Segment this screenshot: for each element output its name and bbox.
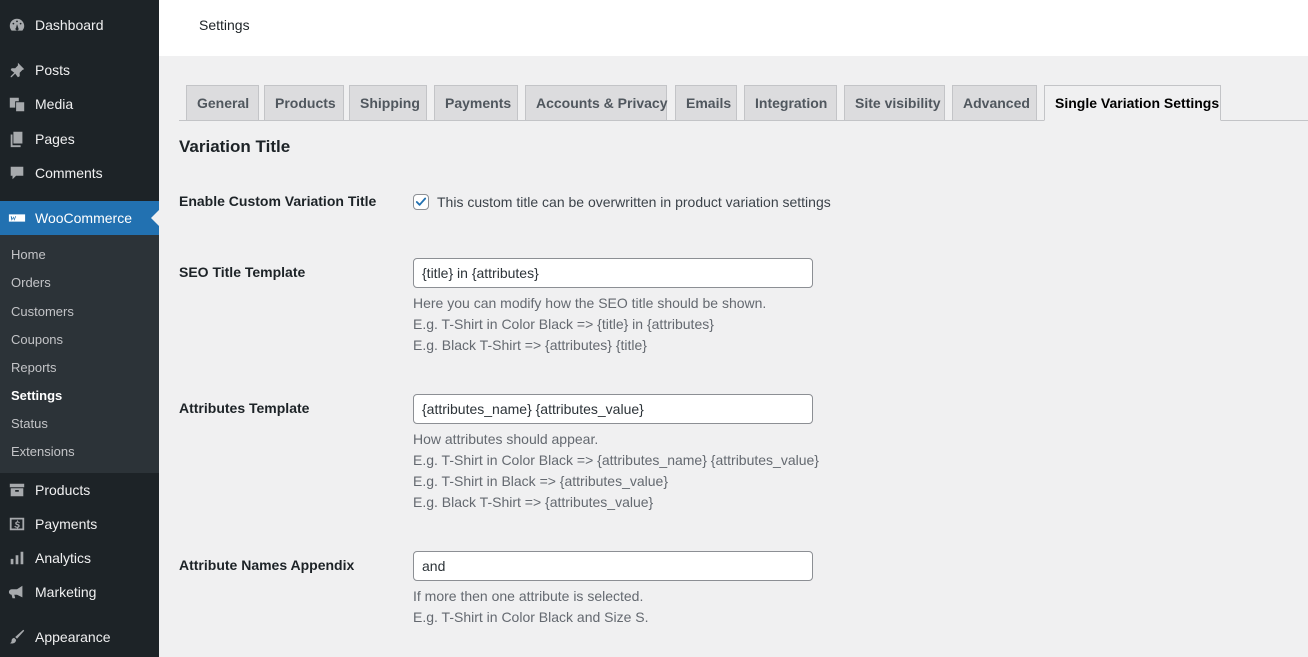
- submenu-extensions[interactable]: Extensions: [11, 442, 75, 462]
- tab-accounts-privacy[interactable]: Accounts & Privacy: [525, 85, 668, 120]
- tab-advanced[interactable]: Advanced: [952, 85, 1037, 120]
- tab-payments[interactable]: Payments: [434, 85, 518, 120]
- woocommerce-submenu: Home Orders Customers Coupons Reports Se…: [0, 235, 159, 473]
- menu-appearance-label: Appearance: [35, 629, 111, 645]
- description-line: E.g. T-Shirt in Color Black => {attribut…: [413, 452, 819, 468]
- submenu-settings[interactable]: Settings: [11, 386, 62, 406]
- enable-custom-title-description[interactable]: This custom title can be overwritten in …: [437, 194, 831, 210]
- media-icon: [7, 94, 27, 114]
- submenu-orders[interactable]: Orders: [11, 273, 51, 293]
- menu-payments-label: Payments: [35, 516, 98, 532]
- submenu-coupons[interactable]: Coupons: [11, 330, 63, 350]
- brush-icon: [7, 627, 27, 647]
- menu-appearance[interactable]: Appearance: [0, 620, 159, 654]
- menu-media[interactable]: Media: [0, 87, 159, 121]
- active-arrow: [151, 210, 159, 226]
- seo-title-template-description: Here you can modify how the SEO title sh…: [413, 293, 766, 356]
- menu-analytics[interactable]: Analytics: [0, 541, 159, 575]
- enable-custom-title-checkbox[interactable]: [413, 194, 429, 210]
- megaphone-icon: [7, 582, 27, 602]
- menu-marketing-label: Marketing: [35, 584, 97, 600]
- menu-products-label: Products: [35, 482, 91, 498]
- seo-title-template-label: SEO Title Template: [179, 264, 306, 280]
- attributes-template-label: Attributes Template: [179, 400, 310, 416]
- submenu-status[interactable]: Status: [11, 414, 48, 434]
- admin-sidebar: Dashboard Posts Media Pages Comments Woo…: [0, 0, 159, 657]
- page-title: Settings: [199, 17, 250, 33]
- archive-icon: [7, 480, 27, 500]
- description-line: E.g. T-Shirt in Color Black and Size S.: [413, 609, 649, 625]
- enable-custom-title-label: Enable Custom Variation Title: [179, 193, 377, 209]
- menu-media-label: Media: [35, 96, 74, 112]
- pin-icon: [7, 60, 27, 80]
- settings-tabs: General Products Shipping Payments Accou…: [179, 85, 1308, 121]
- description-line: E.g. T-Shirt in Color Black => {title} i…: [413, 316, 714, 332]
- seo-title-template-input[interactable]: [413, 258, 813, 288]
- menu-comments-label: Comments: [35, 165, 103, 181]
- tab-site-visibility[interactable]: Site visibility: [844, 85, 945, 120]
- tab-integration[interactable]: Integration: [744, 85, 837, 120]
- description-line: If more then one attribute is selected.: [413, 588, 644, 604]
- menu-pages[interactable]: Pages: [0, 122, 159, 156]
- menu-posts[interactable]: Posts: [0, 53, 159, 87]
- page-header: Settings: [159, 0, 1308, 56]
- menu-woocommerce[interactable]: WooCommerce: [0, 201, 159, 235]
- description-line: Here you can modify how the SEO title sh…: [413, 295, 767, 311]
- menu-marketing[interactable]: Marketing: [0, 575, 159, 609]
- menu-comments[interactable]: Comments: [0, 156, 159, 190]
- submenu-customers[interactable]: Customers: [11, 302, 74, 322]
- comments-icon: [7, 163, 27, 183]
- description-line: How attributes should appear.: [413, 431, 599, 447]
- menu-pages-label: Pages: [35, 131, 75, 147]
- description-line: E.g. Black T-Shirt => {attributes} {titl…: [413, 337, 647, 353]
- description-line: E.g. Black T-Shirt => {attributes_value}: [413, 494, 654, 510]
- tab-general[interactable]: General: [186, 85, 259, 120]
- checkmark-icon: [415, 197, 427, 206]
- analytics-icon: [7, 548, 27, 568]
- pages-icon: [7, 129, 27, 149]
- attribute-names-appendix-input[interactable]: [413, 551, 813, 581]
- menu-woocommerce-label: WooCommerce: [35, 210, 132, 226]
- description-line: E.g. T-Shirt in Black => {attributes_val…: [413, 473, 669, 489]
- section-title: Variation Title: [179, 137, 291, 156]
- submenu-home[interactable]: Home: [11, 245, 46, 265]
- tab-products[interactable]: Products: [264, 85, 344, 120]
- menu-products[interactable]: Products: [0, 473, 159, 507]
- menu-dashboard-label: Dashboard: [35, 17, 104, 33]
- submenu-reports[interactable]: Reports: [11, 358, 57, 378]
- attributes-template-description: How attributes should appear. E.g. T-Shi…: [413, 429, 819, 513]
- menu-posts-label: Posts: [35, 62, 71, 78]
- tab-shipping[interactable]: Shipping: [349, 85, 427, 120]
- tab-single-variation-settings[interactable]: Single Variation Settings: [1044, 85, 1221, 121]
- dashboard-icon: [7, 15, 27, 35]
- woocommerce-icon: [7, 208, 27, 228]
- attribute-names-appendix-label: Attribute Names Appendix: [179, 557, 355, 573]
- attributes-template-input[interactable]: [413, 394, 813, 424]
- payments-icon: [7, 514, 27, 534]
- tab-emails[interactable]: Emails: [675, 85, 737, 120]
- menu-analytics-label: Analytics: [35, 550, 92, 566]
- attribute-names-appendix-description: If more then one attribute is selected. …: [413, 586, 649, 628]
- menu-payments[interactable]: Payments: [0, 507, 159, 541]
- menu-dashboard[interactable]: Dashboard: [0, 8, 159, 42]
